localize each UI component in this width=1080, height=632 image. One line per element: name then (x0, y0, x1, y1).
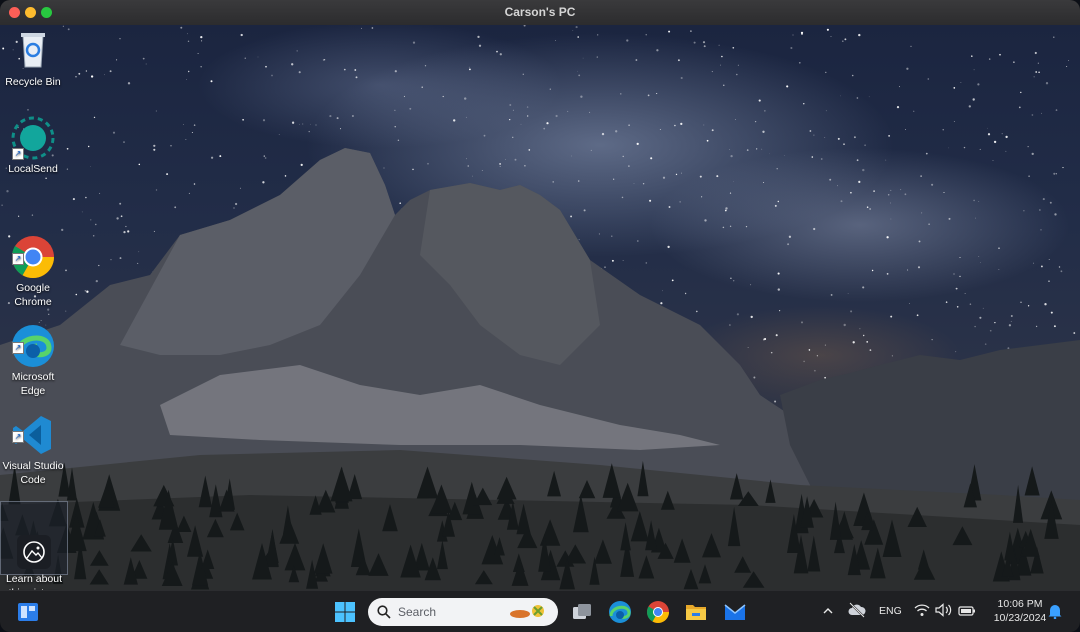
search-highlight-icon (510, 605, 544, 618)
desktop-icon-localsend[interactable]: ↗ LocalSend (0, 116, 66, 176)
wallpaper-scene (0, 25, 1080, 590)
battery-icon[interactable] (958, 604, 976, 622)
file-explorer-icon[interactable] (684, 600, 708, 624)
title-bar[interactable]: Carson's PC (0, 0, 1080, 26)
mail-icon[interactable] (723, 600, 747, 624)
localsend-icon: ↗ (11, 116, 55, 160)
desktop-icon-learn-about-picture[interactable]: Learn about this picture (0, 501, 68, 590)
language-indicator[interactable]: ENG (879, 605, 902, 617)
notification-bell-icon[interactable] (1048, 603, 1062, 624)
icon-label: Recycle Bin (5, 76, 61, 88)
shortcut-arrow-icon: ↗ (12, 148, 24, 160)
vscode-icon: ↗ (11, 399, 55, 454)
recycle-bin-icon (11, 29, 55, 73)
shortcut-arrow-icon: ↗ (12, 342, 24, 354)
start-icon[interactable] (333, 600, 357, 624)
widgets-icon[interactable] (16, 600, 40, 624)
chrome-icon[interactable] (646, 600, 670, 624)
shortcut-arrow-icon: ↗ (12, 431, 24, 443)
icon-label: Learn about this picture (5, 573, 63, 590)
camera-icon (16, 520, 52, 569)
desktop-icon-recycle-bin[interactable]: Recycle Bin (0, 29, 66, 89)
wifi-icon[interactable] (914, 603, 930, 622)
search-icon (377, 605, 391, 619)
task-view-icon[interactable] (570, 600, 594, 624)
show-hidden-icons-chevron-icon[interactable] (822, 604, 834, 622)
remote-desktop-window: Carson's PC Recycle Bin ↗ LocalSend ↗ Go… (0, 0, 1080, 632)
taskbar-search-box[interactable]: Search (368, 598, 558, 626)
desktop-wallpaper: Recycle Bin ↗ LocalSend ↗ Google Chrome … (0, 25, 1080, 590)
cloud-offline-icon[interactable] (848, 602, 866, 623)
desktop-icon-visual-studio-code[interactable]: ↗ Visual Studio Code (0, 385, 66, 501)
window-title: Carson's PC (504, 5, 576, 19)
clock-time: 10:06 PM (997, 598, 1043, 610)
volume-icon[interactable] (935, 603, 953, 622)
edge-icon: ↗ (11, 310, 55, 367)
taskbar: Search ENG 10:06 PM 10/23/2024 (0, 590, 1080, 632)
edge-icon[interactable] (608, 600, 632, 624)
icon-label: Visual Studio Code (2, 460, 64, 486)
icon-label: LocalSend (8, 163, 58, 175)
clock-date: 10/23/2024 (993, 612, 1047, 624)
shortcut-arrow-icon: ↗ (12, 253, 24, 265)
search-placeholder: Search (398, 605, 437, 619)
clock[interactable]: 10:06 PM 10/23/2024 (990, 597, 1050, 625)
chrome-icon: ↗ (11, 221, 55, 279)
